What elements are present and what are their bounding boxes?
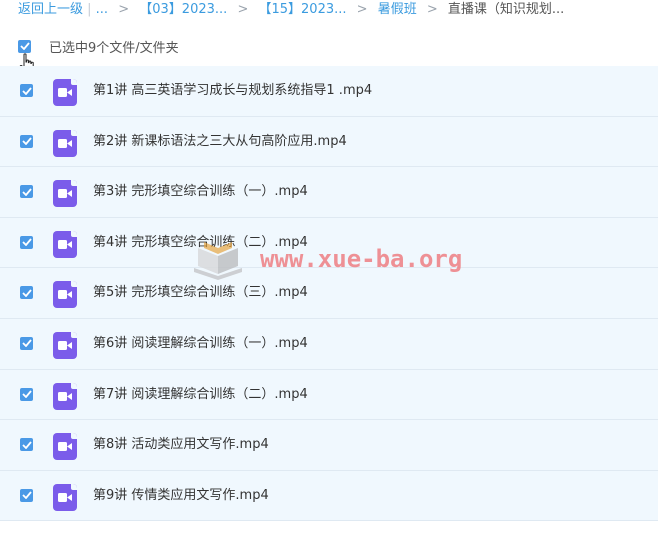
video-file-icon bbox=[53, 281, 77, 309]
video-file-icon bbox=[53, 230, 77, 258]
file-row[interactable]: 第3讲 完形填空综合训练（一）.mp4 bbox=[0, 167, 658, 218]
file-checkbox[interactable] bbox=[20, 134, 33, 148]
video-file-icon bbox=[53, 483, 77, 511]
file-checkbox[interactable] bbox=[20, 235, 33, 249]
chevron-right-icon: > bbox=[356, 2, 368, 17]
file-checkbox[interactable] bbox=[20, 336, 33, 350]
file-name[interactable]: 第8讲 活动类应用文写作.mp4 bbox=[93, 420, 269, 470]
file-row[interactable]: 第8讲 活动类应用文写作.mp4 bbox=[0, 420, 658, 471]
video-file-icon bbox=[53, 79, 77, 106]
check-icon bbox=[21, 137, 32, 146]
file-name[interactable]: 第5讲 完形填空综合训练（三）.mp4 bbox=[93, 268, 308, 318]
check-icon bbox=[21, 86, 32, 95]
file-name[interactable]: 第3讲 完形填空综合训练（一）.mp4 bbox=[93, 167, 308, 217]
file-checkbox[interactable] bbox=[20, 185, 33, 199]
file-checkbox[interactable] bbox=[20, 438, 33, 452]
file-name[interactable]: 第2讲 新课标语法之三大从句高阶应用.mp4 bbox=[93, 117, 347, 167]
check-icon bbox=[21, 238, 32, 247]
check-icon bbox=[21, 188, 32, 196]
file-name[interactable]: 第7讲 阅读理解综合训练（二）.mp4 bbox=[93, 370, 308, 420]
chevron-right-icon: > bbox=[237, 2, 249, 17]
video-file-icon bbox=[53, 433, 77, 461]
file-checkbox[interactable] bbox=[20, 286, 33, 300]
file-list: 第1讲 高三英语学习成长与规划系统指导1 .mp4 第2讲 新课标语法之三大从句高… bbox=[0, 66, 658, 522]
chevron-right-icon: > bbox=[426, 2, 438, 17]
select-all-checkbox[interactable] bbox=[18, 39, 31, 53]
breadcrumb-current: 直播课（知识规划... bbox=[447, 2, 565, 17]
selection-count-label: 已选中9个文件/文件夹 bbox=[49, 40, 179, 56]
check-icon bbox=[19, 42, 30, 50]
file-row[interactable]: 第9讲 传情类应用文写作.mp4 bbox=[0, 470, 658, 522]
file-row[interactable]: 第5讲 完形填空综合训练（三）.mp4 bbox=[0, 268, 658, 319]
selection-header: 已选中9个文件/文件夹 bbox=[18, 36, 179, 56]
file-row[interactable]: 第6讲 阅读理解综合训练（一）.mp4 bbox=[0, 318, 658, 370]
breadcrumb-divider: | bbox=[87, 2, 96, 17]
file-row[interactable]: 第1讲 高三英语学习成长与规划系统指导1 .mp4 bbox=[0, 66, 658, 117]
file-row[interactable]: 第2讲 新课标语法之三大从句高阶应用.mp4 bbox=[0, 116, 658, 168]
file-name[interactable]: 第4讲 完形填空综合训练（二）.mp4 bbox=[93, 218, 308, 268]
file-checkbox[interactable] bbox=[20, 488, 33, 502]
breadcrumb: 返回上一级 | ... > 【03】2023... > 【15】2023... … bbox=[18, 0, 564, 20]
file-name[interactable]: 第9讲 传情类应用文写作.mp4 bbox=[93, 471, 269, 521]
breadcrumb-item-03[interactable]: 【03】2023... bbox=[139, 2, 227, 17]
check-icon bbox=[21, 491, 32, 500]
breadcrumb-ellipsis[interactable]: ... bbox=[96, 2, 108, 17]
back-link[interactable]: 返回上一级 bbox=[18, 2, 83, 17]
file-name[interactable]: 第6讲 阅读理解综合训练（一）.mp4 bbox=[93, 319, 308, 369]
chevron-right-icon: > bbox=[118, 2, 130, 17]
file-name[interactable]: 第1讲 高三英语学习成长与规划系统指导1 .mp4 bbox=[93, 66, 372, 116]
file-checkbox[interactable] bbox=[20, 387, 33, 401]
check-icon bbox=[21, 441, 32, 449]
file-row[interactable]: 第4讲 完形填空综合训练（二）.mp4 bbox=[0, 217, 658, 269]
breadcrumb-item-15[interactable]: 【15】2023... bbox=[258, 2, 346, 17]
video-file-icon bbox=[53, 180, 77, 208]
check-icon bbox=[21, 289, 32, 297]
file-row[interactable]: 第7讲 阅读理解综合训练（二）.mp4 bbox=[0, 369, 658, 421]
check-icon bbox=[21, 390, 32, 399]
video-file-icon bbox=[53, 382, 77, 410]
file-checkbox[interactable] bbox=[20, 84, 33, 97]
breadcrumb-item-summer[interactable]: 暑假班 bbox=[378, 2, 417, 17]
video-file-icon bbox=[53, 129, 77, 157]
video-file-icon bbox=[53, 331, 77, 359]
check-icon bbox=[21, 339, 32, 348]
